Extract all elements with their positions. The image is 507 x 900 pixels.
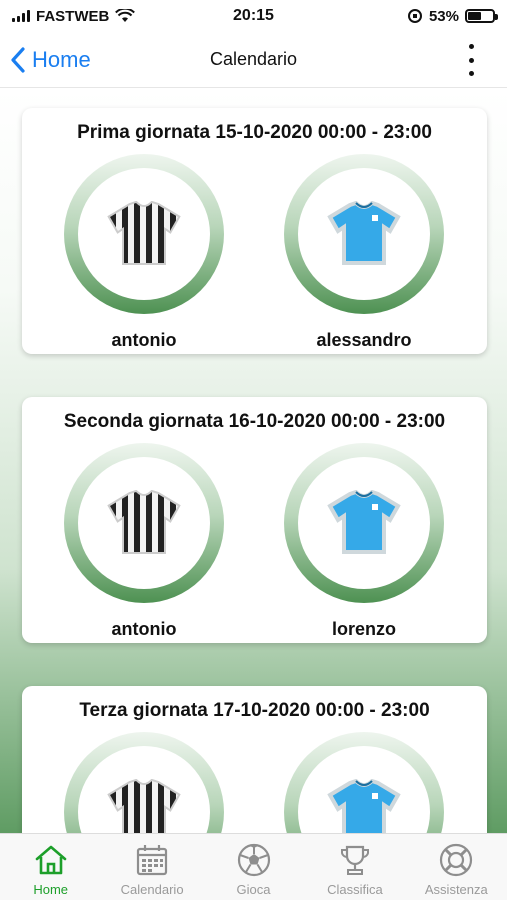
team-badge-ring <box>284 732 444 833</box>
nav-bar: Home Calendario <box>0 32 507 88</box>
calendar-icon <box>137 845 168 876</box>
tab-label: Assistenza <box>424 882 488 897</box>
match-title: Prima giornata 15-10-2020 00:00 - 23:00 <box>77 122 432 143</box>
away-team-name: alessandro <box>316 330 412 350</box>
tab-gioca[interactable]: Gioca <box>203 834 304 900</box>
team-badge-ring <box>284 443 444 603</box>
away-team <box>284 732 444 833</box>
chevron-left-icon <box>11 47 25 73</box>
team-badge-ring <box>284 154 444 314</box>
tab-home[interactable]: Home <box>0 834 101 900</box>
lifebuoy-icon <box>440 843 473 877</box>
status-left: FASTWEB <box>12 7 136 25</box>
blue-shirt-icon <box>327 201 401 265</box>
status-bar: FASTWEB 20:15 53% <box>0 0 507 32</box>
striped-shirt-icon <box>107 201 181 265</box>
tab-label: Classifica <box>327 882 383 897</box>
back-button[interactable]: Home <box>10 42 91 78</box>
tab-label: Gioca <box>236 882 271 897</box>
orientation-lock-icon <box>407 9 422 23</box>
home-team: antonio <box>64 154 224 351</box>
tab-assistenza[interactable]: Assistenza <box>406 834 507 900</box>
carrier-name: FASTWEB <box>36 7 110 25</box>
status-right: 53% <box>407 7 498 25</box>
tab-bar: Home Calendario Gioca Classifica Assiste… <box>0 833 507 900</box>
match-card[interactable]: Seconda giornata 16-10-2020 00:00 - 23:0… <box>22 397 487 643</box>
tab-classifica[interactable]: Classifica <box>304 834 405 900</box>
striped-shirt-icon <box>107 490 181 554</box>
battery-icon <box>465 9 498 23</box>
home-team-name: antonio <box>111 619 177 639</box>
match-title: Seconda giornata 16-10-2020 00:00 - 23:0… <box>63 411 446 432</box>
team-badge-ring <box>64 443 224 603</box>
soccer-ball-icon <box>237 843 270 877</box>
match-card[interactable]: Prima giornata 15-10-2020 00:00 - 23:00 <box>22 108 487 354</box>
match-title: Terza giornata 17-10-2020 00:00 - 23:00 <box>79 700 430 721</box>
battery-fill <box>468 12 481 20</box>
away-team-name: lorenzo <box>331 619 396 639</box>
team-badge-ring <box>64 732 224 833</box>
tab-label: Home <box>33 882 69 897</box>
blue-shirt-icon <box>327 779 401 833</box>
home-team-name: antonio <box>111 330 177 350</box>
striped-shirt-icon <box>107 779 181 833</box>
blue-shirt-icon <box>327 490 401 554</box>
match-calendar-list[interactable]: Prima giornata 15-10-2020 00:00 - 23:00 <box>0 89 507 833</box>
away-team: lorenzo <box>284 443 444 640</box>
home-team <box>64 732 224 833</box>
team-badge-ring <box>64 154 224 314</box>
signal-icon <box>12 10 30 22</box>
home-team: antonio <box>64 443 224 640</box>
match-card[interactable]: Terza giornata 17-10-2020 00:00 - 23:00 <box>22 686 487 833</box>
home-icon <box>35 845 67 875</box>
back-label: Home <box>32 47 91 72</box>
wifi-icon <box>115 9 136 22</box>
away-team: alessandro <box>284 154 444 351</box>
more-options-icon[interactable] <box>463 44 479 76</box>
battery-percent: 53% <box>428 7 459 25</box>
tab-calendario[interactable]: Calendario <box>101 834 202 900</box>
trophy-icon <box>340 845 369 875</box>
tab-label: Calendario <box>120 882 184 897</box>
